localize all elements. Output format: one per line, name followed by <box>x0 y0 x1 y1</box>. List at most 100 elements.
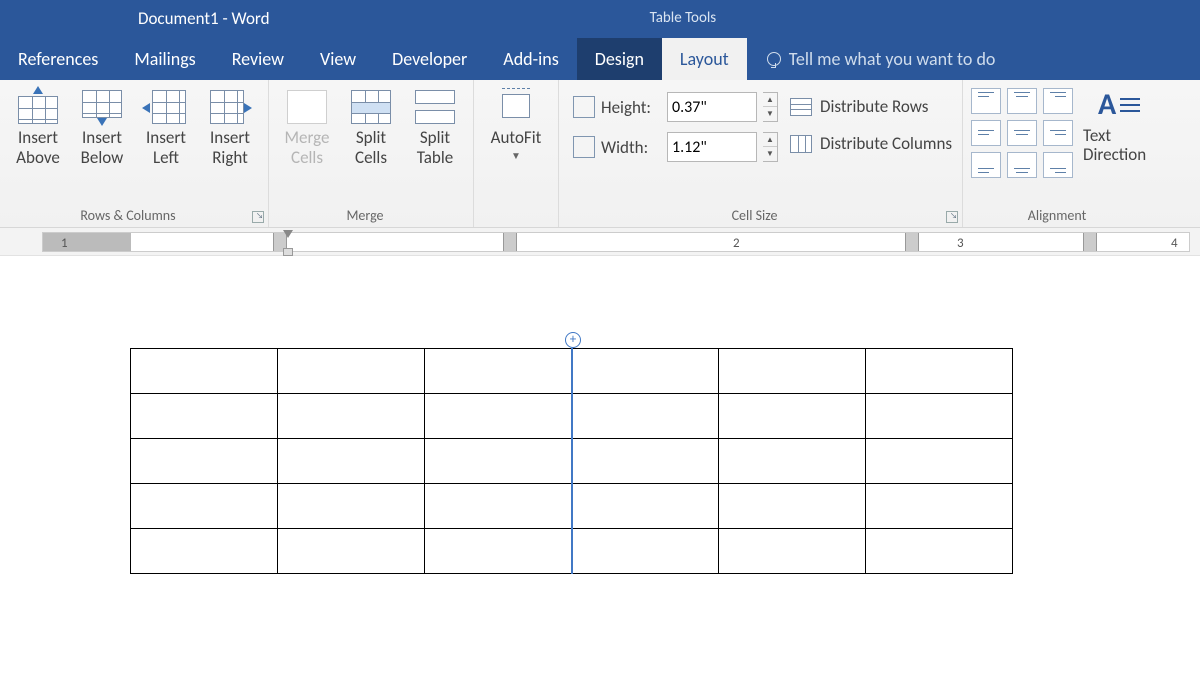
group-merge: Merge Cells Split Cells Split Table Merg… <box>269 80 474 227</box>
insert-below-icon <box>82 90 122 124</box>
ruler-column-marker[interactable] <box>905 233 919 251</box>
text-direction-label: Text Direction <box>1083 127 1155 164</box>
align-bottom-center-button[interactable] <box>1007 152 1037 178</box>
tab-references[interactable]: References <box>0 38 116 80</box>
table-cell[interactable] <box>866 484 1013 529</box>
width-spinner[interactable]: ▲▼ <box>763 132 778 162</box>
contextual-tab-group-label: Table Tools <box>650 9 717 27</box>
align-top-center-button[interactable] <box>1007 88 1037 114</box>
dropdown-caret-icon: ▼ <box>511 150 521 162</box>
table-cell[interactable] <box>131 349 278 394</box>
insert-below-button[interactable]: Insert Below <box>70 86 134 171</box>
autofit-label: AutoFit <box>491 128 542 148</box>
distribute-rows-button[interactable]: Distribute Rows <box>790 96 952 117</box>
insert-left-label: Insert Left <box>136 128 196 167</box>
table-row[interactable] <box>131 484 1013 529</box>
ruler-number-1: 1 <box>61 236 68 251</box>
table-row[interactable] <box>131 394 1013 439</box>
table-cell[interactable] <box>278 349 425 394</box>
table-cell[interactable] <box>278 484 425 529</box>
horizontal-ruler[interactable]: 1 2 3 4 <box>0 228 1200 256</box>
ribbon-tabs: References Mailings Review View Develope… <box>0 36 1200 80</box>
table-cell[interactable] <box>131 439 278 484</box>
align-top-right-button[interactable] <box>1043 88 1073 114</box>
table-cell[interactable] <box>425 529 572 574</box>
table-cell[interactable] <box>278 439 425 484</box>
table-cell[interactable] <box>572 439 719 484</box>
table-row[interactable] <box>131 529 1013 574</box>
rows-columns-dialog-launcher[interactable]: ↘ <box>252 211 264 223</box>
tell-me-search[interactable]: Tell me what you want to do <box>767 48 996 80</box>
split-table-button[interactable]: Split Table <box>403 86 467 171</box>
table-cell[interactable] <box>425 484 572 529</box>
ruler-column-marker[interactable] <box>503 233 517 251</box>
column-width-icon <box>573 136 595 158</box>
table-cell[interactable] <box>866 394 1013 439</box>
align-bottom-left-button[interactable] <box>971 152 1001 178</box>
height-label: Height: <box>601 97 661 118</box>
table-cell[interactable] <box>131 394 278 439</box>
table-cell[interactable] <box>425 349 572 394</box>
width-input[interactable] <box>667 132 757 162</box>
table-cell[interactable] <box>866 439 1013 484</box>
table-cell[interactable] <box>719 529 866 574</box>
document-table[interactable] <box>130 348 1013 574</box>
table-cell[interactable] <box>278 529 425 574</box>
table-cell[interactable] <box>866 529 1013 574</box>
cell-size-dialog-launcher[interactable]: ↘ <box>946 211 958 223</box>
table-cell[interactable] <box>866 349 1013 394</box>
merge-cells-label: Merge Cells <box>277 128 337 167</box>
table-cell[interactable] <box>572 529 719 574</box>
split-cells-button[interactable]: Split Cells <box>339 86 403 171</box>
table-cell[interactable] <box>719 484 866 529</box>
table-cell[interactable] <box>572 349 719 394</box>
table-row[interactable] <box>131 349 1013 394</box>
align-middle-center-button[interactable] <box>1007 120 1037 146</box>
text-direction-button[interactable]: A Text Direction <box>1083 88 1155 164</box>
tab-review[interactable]: Review <box>214 38 302 80</box>
height-input[interactable] <box>667 92 757 122</box>
split-table-icon <box>415 90 455 124</box>
align-bottom-right-button[interactable] <box>1043 152 1073 178</box>
table-cell[interactable] <box>131 484 278 529</box>
autofit-icon <box>496 90 536 124</box>
tab-mailings[interactable]: Mailings <box>116 38 213 80</box>
ruler-indent-top[interactable] <box>283 230 293 240</box>
height-spinner[interactable]: ▲▼ <box>763 92 778 122</box>
align-top-left-button[interactable] <box>971 88 1001 114</box>
document-area[interactable]: + <box>0 256 1200 675</box>
ruler-indent-bottom[interactable] <box>283 248 293 256</box>
table-cell[interactable] <box>425 394 572 439</box>
table-cell[interactable] <box>278 394 425 439</box>
group-label-cell-size: Cell Size <box>559 207 950 224</box>
tab-layout[interactable]: Layout <box>662 38 747 80</box>
group-label-merge: Merge <box>269 207 461 224</box>
insert-above-button[interactable]: Insert Above <box>6 86 70 171</box>
insert-right-button[interactable]: Insert Right <box>198 86 262 171</box>
table-row[interactable] <box>131 439 1013 484</box>
group-label-rows-columns: Rows & Columns <box>0 207 256 224</box>
group-alignment: A Text Direction Alignment <box>963 80 1163 227</box>
table-cell[interactable] <box>131 529 278 574</box>
distribute-columns-button[interactable]: Distribute Columns <box>790 133 952 154</box>
tab-view[interactable]: View <box>302 38 374 80</box>
ribbon-body: Insert Above Insert Below Insert Left In… <box>0 80 1200 228</box>
table-cell[interactable] <box>719 439 866 484</box>
table-cell[interactable] <box>425 439 572 484</box>
insert-left-button[interactable]: Insert Left <box>134 86 198 171</box>
table-cell[interactable] <box>719 349 866 394</box>
insert-below-label: Insert Below <box>72 128 132 167</box>
autofit-button[interactable]: AutoFit ▼ <box>480 86 552 165</box>
lightbulb-icon <box>767 52 781 66</box>
table-cell[interactable] <box>572 394 719 439</box>
table-cell[interactable] <box>572 484 719 529</box>
tab-design[interactable]: Design <box>577 38 662 80</box>
tab-developer[interactable]: Developer <box>374 38 485 80</box>
table-cell[interactable] <box>719 394 866 439</box>
ruler-column-marker[interactable] <box>1083 233 1097 251</box>
insert-column-handle[interactable]: + <box>565 332 581 348</box>
align-middle-right-button[interactable] <box>1043 120 1073 146</box>
tab-addins[interactable]: Add-ins <box>485 38 576 80</box>
width-label: Width: <box>601 137 661 158</box>
align-middle-left-button[interactable] <box>971 120 1001 146</box>
